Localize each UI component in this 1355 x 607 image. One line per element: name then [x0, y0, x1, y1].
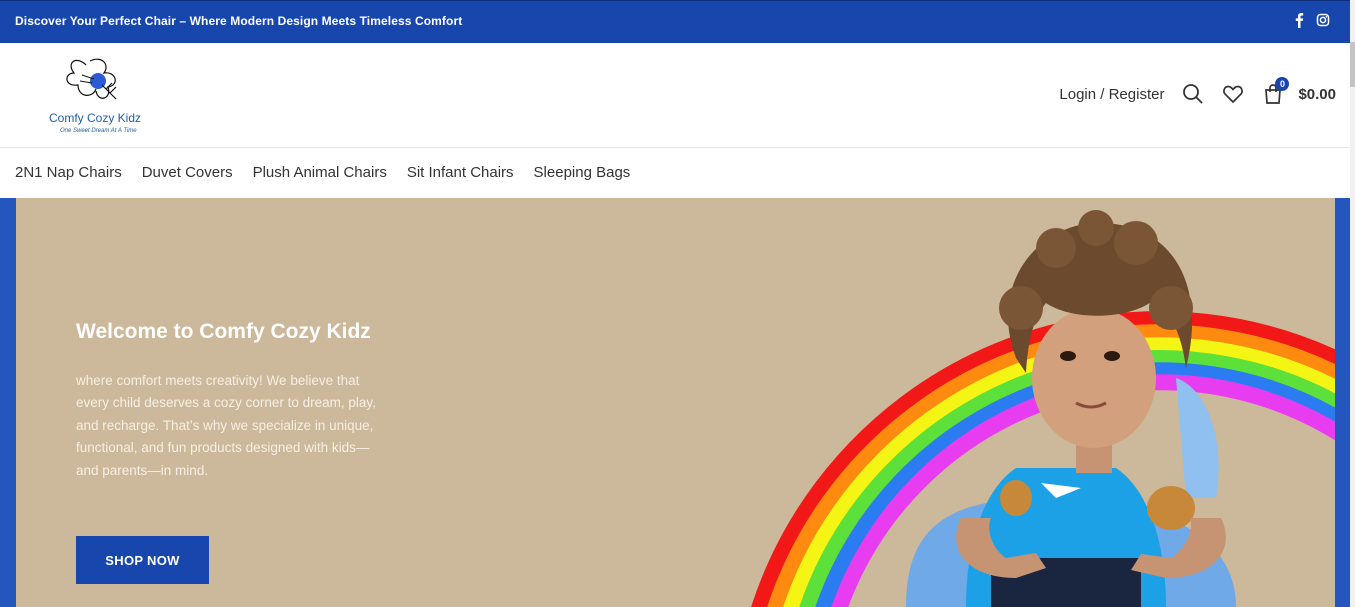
- logo-brand-text: Comfy Cozy Kidz: [49, 111, 142, 125]
- promo-text: Discover Your Perfect Chair – Where Mode…: [15, 14, 463, 28]
- main-navigation: 2N1 Nap Chairs Duvet Covers Plush Animal…: [0, 148, 1350, 197]
- login-register-link[interactable]: Login / Register: [1059, 86, 1164, 103]
- cart-count-badge: 0: [1275, 77, 1290, 91]
- scrollbar-thumb[interactable]: [1350, 42, 1355, 87]
- nav-item-sleeping-bags[interactable]: Sleeping Bags: [534, 164, 631, 181]
- nav-item-2n1-nap-chairs[interactable]: 2N1 Nap Chairs: [15, 164, 122, 181]
- shop-now-button[interactable]: SHOP NOW: [76, 536, 209, 584]
- nav-item-duvet-covers[interactable]: Duvet Covers: [142, 164, 233, 181]
- cart-widget[interactable]: 0 $0.00: [1262, 77, 1336, 105]
- announcement-bar: Discover Your Perfect Chair – Where Mode…: [0, 0, 1350, 43]
- site-logo[interactable]: Comfy Cozy Kidz One Sweet Dream At A Tim…: [46, 55, 156, 139]
- site-header: Comfy Cozy Kidz One Sweet Dream At A Tim…: [0, 43, 1350, 148]
- nav-item-sit-infant-chairs[interactable]: Sit Infant Chairs: [407, 164, 514, 181]
- heart-icon[interactable]: [1222, 83, 1244, 105]
- logo-tagline: One Sweet Dream At A Time: [60, 128, 137, 134]
- page-scrollbar[interactable]: [1350, 0, 1355, 607]
- hero-banner: Welcome to Comfy Cozy Kidz where comfort…: [16, 198, 1335, 607]
- header-actions: Login / Register 0 $0.00: [1059, 77, 1336, 105]
- instagram-icon[interactable]: [1316, 12, 1330, 28]
- facebook-icon[interactable]: [1292, 12, 1306, 28]
- nav-item-plush-animal-chairs[interactable]: Plush Animal Chairs: [253, 164, 387, 181]
- hero-image: [751, 210, 1335, 607]
- hero-description: where comfort meets creativity! We belie…: [76, 373, 376, 478]
- social-links: [1292, 12, 1330, 28]
- hero-title: Welcome to Comfy Cozy Kidz: [76, 320, 371, 343]
- logo-mark: [66, 58, 117, 100]
- cart-total[interactable]: $0.00: [1298, 86, 1336, 103]
- search-icon[interactable]: [1182, 83, 1204, 105]
